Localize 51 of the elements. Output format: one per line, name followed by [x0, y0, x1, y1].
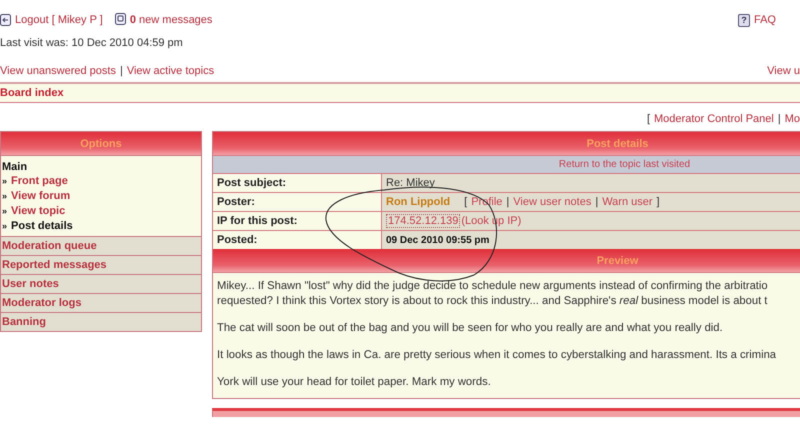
new-messages-link[interactable]: 0 new messages	[130, 14, 212, 26]
user-action-link[interactable]: View user notes	[513, 196, 592, 208]
bracket-text: ]	[656, 196, 660, 208]
options-header: Options	[1, 132, 201, 155]
menu-section-link[interactable]: Banning	[2, 315, 200, 329]
logout-link[interactable]: Logout [ Mikey P ]	[15, 14, 103, 26]
bullet-text: »	[2, 190, 8, 203]
post-details-header: Post details	[213, 132, 800, 155]
user-action-link[interactable]: Warn user	[602, 196, 653, 208]
menu-section-link[interactable]: User notes	[2, 277, 200, 291]
preview-paragraph: Mikey... If Shawn "lost" why did the judge decide to schedule new arguments instead of confirming the arbitratio requested? I think this Vortex story is about to rock this industry... and Sapphire's real business model is about t	[217, 279, 769, 309]
bracket-text: [	[646, 113, 650, 125]
preview-paragraph: The cat will soon be out of the bag and you will be seen for who you really are and what you really did.	[217, 321, 724, 336]
bracket-text: [	[464, 196, 468, 208]
menu-section-link[interactable]: Moderator logs	[2, 296, 200, 310]
faq-link[interactable]: FAQ	[754, 14, 776, 26]
bullet-text: »	[2, 175, 8, 188]
help-icon: ?	[738, 14, 750, 26]
field-label: Poster:	[213, 193, 382, 211]
board-index-link[interactable]: Board index	[0, 87, 64, 99]
logout-icon	[0, 14, 11, 26]
separator-text: |	[506, 196, 510, 208]
bullet-text: »	[2, 205, 8, 218]
mcp-link[interactable]: Moderator Control Panel	[654, 113, 774, 125]
bullet-text: »	[2, 220, 8, 233]
ip-address-link[interactable]: 174.52.12.139	[386, 214, 460, 228]
separator-text: |	[778, 113, 781, 125]
menu-section-link[interactable]: Main	[2, 160, 200, 174]
preview-paragraph: York will use your head for toilet paper. Mark my words.	[217, 375, 492, 390]
nav-link[interactable]: View active topics	[126, 65, 214, 77]
preview-paragraph: It looks as though the laws in Ca. are pretty serious when it comes to cyberstalking and harassment. Its a crimina	[217, 348, 778, 363]
field-label: IP for this post:	[213, 212, 382, 230]
menu-section-link[interactable]: Moderation queue	[2, 239, 200, 253]
return-link[interactable]: Return to the topic last visited	[558, 159, 690, 170]
menu-item[interactable]: View topic	[11, 204, 66, 219]
subject-text: Re: Mikey	[386, 177, 435, 189]
preview-header: Preview	[213, 249, 800, 272]
field-label: Post subject:	[213, 174, 382, 192]
nav-link[interactable]: View unanswered posts	[0, 65, 116, 77]
last-visit-text: Last visit was: 10 Dec 2010 04:59 pm	[0, 37, 183, 49]
separator-text: |	[595, 196, 598, 208]
separator-text: |	[120, 65, 123, 77]
field-label: Posted:	[213, 231, 382, 249]
menu-item[interactable]: View forum	[11, 189, 70, 204]
envelope-icon	[114, 12, 126, 24]
menu-item[interactable]: Post details	[11, 219, 73, 234]
nav-link[interactable]: View u	[767, 65, 800, 77]
menu-item[interactable]: Front page	[11, 174, 68, 189]
posted-date-text: 09 Dec 2010 09:55 pm	[386, 234, 490, 246]
mcp-link[interactable]: Mo	[784, 113, 800, 125]
menu-section-link[interactable]: Reported messages	[2, 258, 200, 272]
